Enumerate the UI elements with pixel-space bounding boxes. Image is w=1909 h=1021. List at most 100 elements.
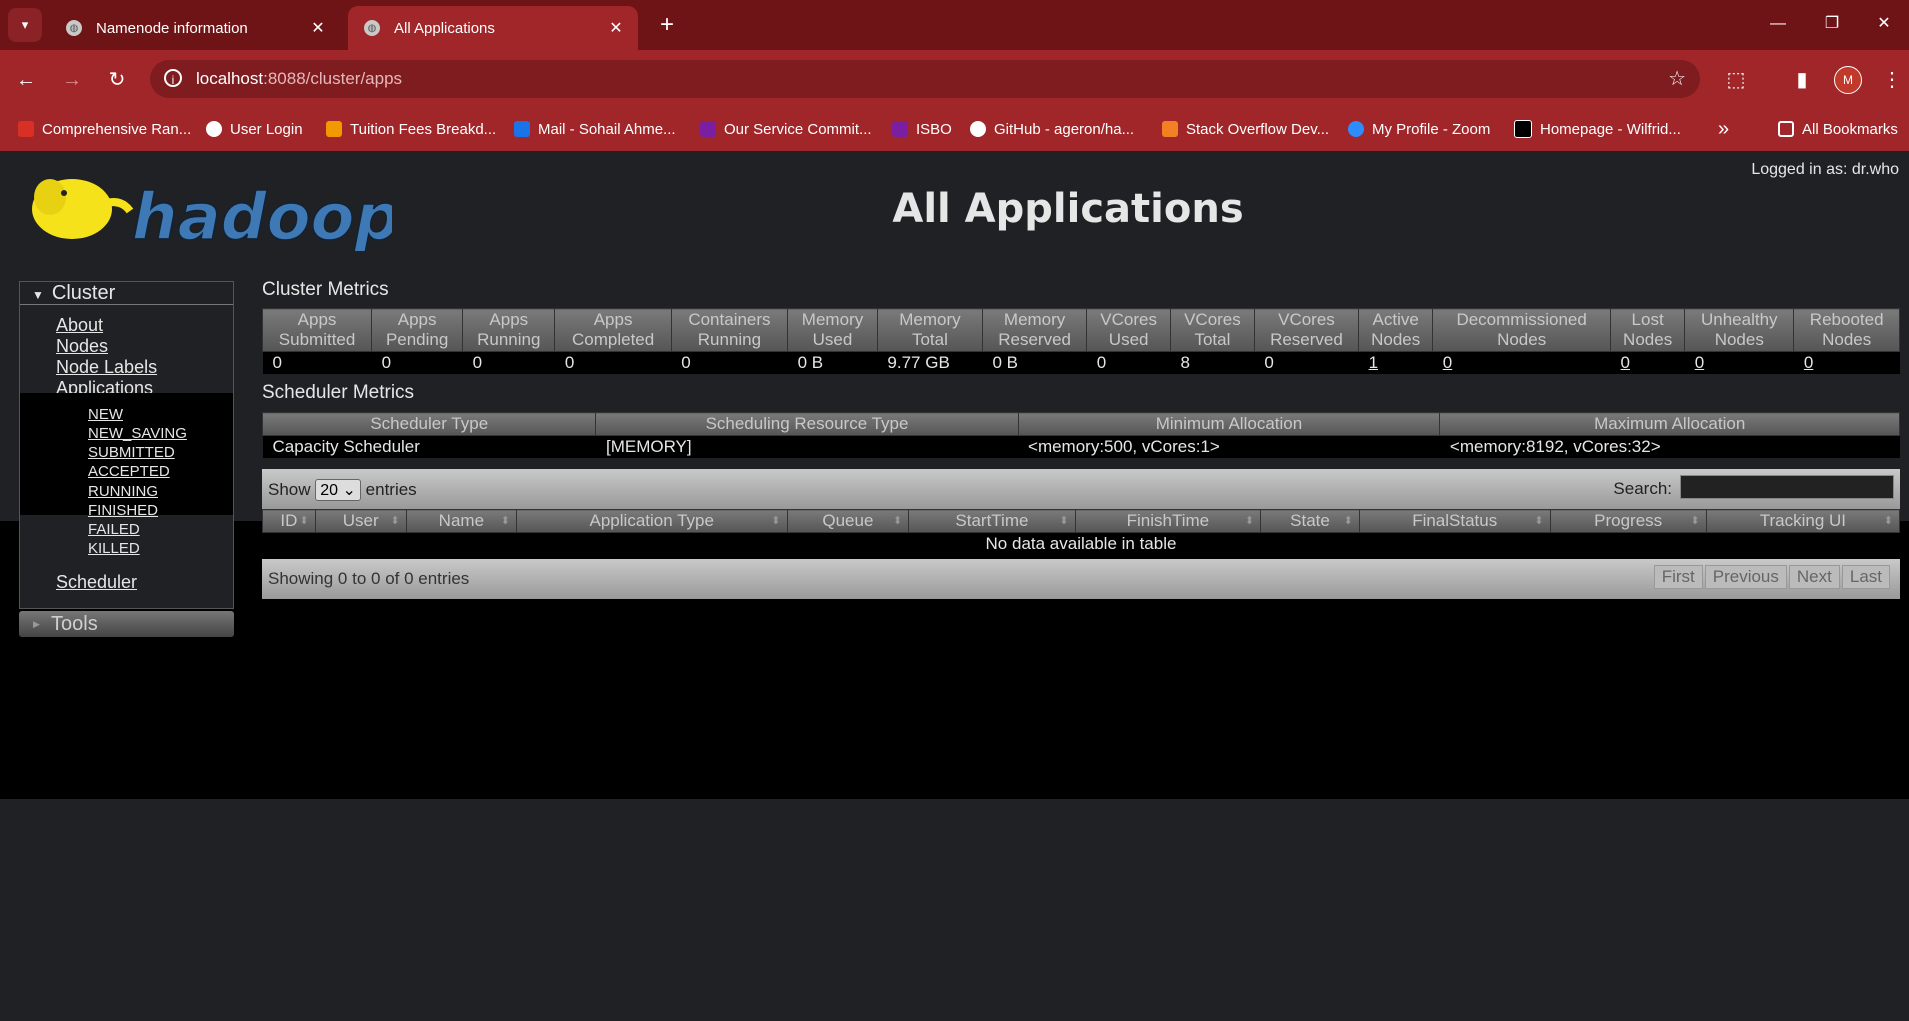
sidebar-item-failed[interactable]: FAILED <box>88 521 140 538</box>
reload-icon[interactable]: ↻ <box>101 64 133 96</box>
sidebar-item-node-labels[interactable]: Node Labels <box>56 357 157 378</box>
table-cell: 0 <box>671 351 788 374</box>
bookmark-item[interactable]: Homepage - Wilfrid... <box>1514 116 1681 142</box>
zoom-icon <box>1348 121 1364 137</box>
sidebar-item-new-saving[interactable]: NEW_SAVING <box>88 425 187 442</box>
pager-last-button[interactable]: Last <box>1841 565 1890 589</box>
sidebar-item-accepted[interactable]: ACCEPTED <box>88 463 170 480</box>
sortable-column-header[interactable]: Name ⬍ <box>405 509 517 533</box>
bookmark-item[interactable]: Our Service Commit... <box>700 116 872 142</box>
site-info-icon[interactable]: i <box>164 69 182 87</box>
sortable-column-header[interactable]: State ⬍ <box>1260 509 1360 533</box>
sidebar-tools-header[interactable]: ▶ Tools <box>19 611 234 637</box>
bookmark-label: Stack Overflow Dev... <box>1186 120 1330 138</box>
sidebar-item-running[interactable]: RUNNING <box>88 483 158 500</box>
navigation-bar: ← → ↻ i localhost:8088/cluster/apps ☆ ⬚ … <box>0 50 1909 108</box>
bookmark-item[interactable]: ISBO <box>892 116 952 142</box>
header-line-1: VCores <box>1278 310 1335 329</box>
node-count-link[interactable]: 0 <box>1443 353 1452 372</box>
sortable-column-header[interactable]: Progress ⬍ <box>1549 509 1707 533</box>
bookmark-item[interactable]: Comprehensive Ran... <box>18 116 191 142</box>
table-cell: 9.77 GB <box>877 351 983 374</box>
bookmark-item[interactable]: Mail - Sohail Ahme... <box>514 116 676 142</box>
sortable-column-header[interactable]: FinishTime ⬍ <box>1074 509 1262 533</box>
bookmark-label: Homepage - Wilfrid... <box>1540 120 1681 138</box>
sidebar-item-killed[interactable]: KILLED <box>88 540 140 557</box>
column-header: Memory Reserved <box>981 308 1088 352</box>
table-cell: <memory:8192, vCores:32> <box>1439 435 1900 458</box>
menu-icon[interactable]: ⋮ <box>1876 64 1908 96</box>
sortable-column-header[interactable]: ID ⬍ <box>262 509 316 533</box>
profile-avatar[interactable]: M <box>1834 66 1862 94</box>
header-line-2: Completed <box>571 330 655 349</box>
header-line-1: Unhealthy <box>1700 310 1778 329</box>
more-bookmarks-button[interactable]: » <box>1718 116 1729 142</box>
search-input[interactable] <box>1680 475 1894 499</box>
tab-namenode-information[interactable]: ◍ Namenode information ✕ <box>50 6 340 50</box>
github-icon <box>970 121 986 137</box>
side-panel-icon[interactable]: ▮ <box>1786 64 1818 96</box>
pager-next-button[interactable]: Next <box>1788 565 1840 589</box>
sidebar-item-nodes[interactable]: Nodes <box>56 336 108 357</box>
node-count-link[interactable]: 0 <box>1695 353 1704 372</box>
forward-icon[interactable]: → <box>56 64 88 96</box>
sidebar-item-about[interactable]: About <box>56 315 103 336</box>
tab-search-button[interactable]: ▾ <box>8 8 42 42</box>
bookmarks-bar: Comprehensive Ran... User Login Tuition … <box>0 108 1909 151</box>
header-line-1: VCores <box>1100 310 1157 329</box>
all-bookmarks-button[interactable]: All Bookmarks <box>1778 116 1898 142</box>
extensions-icon[interactable]: ⬚ <box>1720 64 1752 96</box>
sidebar-item-scheduler[interactable]: Scheduler <box>56 572 137 593</box>
address-bar[interactable]: i localhost:8088/cluster/apps ☆ <box>150 60 1700 98</box>
bookmark-star-icon[interactable]: ☆ <box>1668 66 1686 91</box>
sidebar-item-submitted[interactable]: SUBMITTED <box>88 444 175 461</box>
header-line-2: Nodes <box>1623 330 1673 349</box>
column-header: Memory Used <box>787 308 878 352</box>
sortable-column-header[interactable]: StartTime ⬍ <box>908 509 1076 533</box>
node-count-link[interactable]: 0 <box>1621 353 1630 372</box>
show-label: Show <box>268 480 311 499</box>
close-window-icon[interactable]: ✕ <box>1864 8 1904 40</box>
pager-previous-button[interactable]: Previous <box>1704 565 1787 589</box>
table-cell: Capacity Scheduler <box>262 435 596 458</box>
back-icon[interactable]: ← <box>10 64 42 96</box>
node-count-link[interactable]: 1 <box>1369 353 1378 372</box>
column-header: VCores Reserved <box>1253 308 1360 352</box>
node-count-link[interactable]: 0 <box>1804 353 1813 372</box>
pager-first-button[interactable]: First <box>1653 565 1703 589</box>
bookmark-item[interactable]: My Profile - Zoom <box>1348 116 1490 142</box>
table-header-row: Apps Submitted Apps Pending Apps Running Apps C… <box>261 308 1900 352</box>
close-tab-icon[interactable]: ✕ <box>604 18 628 38</box>
sidebar-nav: ▼ Cluster About Nodes Node Labels Applica… <box>19 281 234 609</box>
restore-icon[interactable]: ❐ <box>1812 8 1852 40</box>
sortable-column-header[interactable]: Application Type ⬍ <box>515 509 788 533</box>
page-size-value: 20 <box>320 482 339 499</box>
column-header: Containers Running <box>670 308 789 352</box>
page-size-select[interactable]: 20 ⌄ <box>315 479 361 501</box>
sidebar-item-new[interactable]: NEW <box>88 406 123 423</box>
sortable-column-header[interactable]: Tracking UI ⬍ <box>1705 509 1901 533</box>
bookmark-item[interactable]: Stack Overflow Dev... <box>1162 116 1329 142</box>
column-header: VCores Total <box>1170 308 1255 352</box>
minimize-icon[interactable]: — <box>1758 8 1798 40</box>
table-cell: 0 <box>554 351 672 374</box>
bookmark-item[interactable]: Tuition Fees Breakd... <box>326 116 496 142</box>
sidebar-cluster-header[interactable]: ▼ Cluster <box>20 282 233 305</box>
sortable-column-header[interactable]: FinalStatus ⬍ <box>1358 509 1551 533</box>
tab-all-applications[interactable]: ◍ All Applications ✕ <box>348 6 638 50</box>
column-label: Name <box>438 511 485 530</box>
url-text: localhost:8088/cluster/apps <box>196 69 402 89</box>
sort-icon: ⬍ <box>1534 515 1544 527</box>
bookmark-item[interactable]: GitHub - ageron/ha... <box>970 116 1134 142</box>
header-line-2: Pending <box>385 330 449 349</box>
sidebar-item-finished[interactable]: FINISHED <box>88 502 158 519</box>
close-tab-icon[interactable]: ✕ <box>306 18 330 38</box>
bookmark-label: User Login <box>230 120 303 138</box>
globe-icon: ◍ <box>364 20 380 36</box>
bookmark-item[interactable]: User Login <box>206 116 303 142</box>
sortable-column-header[interactable]: Queue ⬍ <box>786 509 910 533</box>
header-line-1: Active <box>1372 310 1419 329</box>
sortable-column-header[interactable]: User ⬍ <box>314 509 407 533</box>
new-tab-button[interactable]: + <box>652 10 682 40</box>
table-cell: <memory:500, vCores:1> <box>1018 435 1440 458</box>
